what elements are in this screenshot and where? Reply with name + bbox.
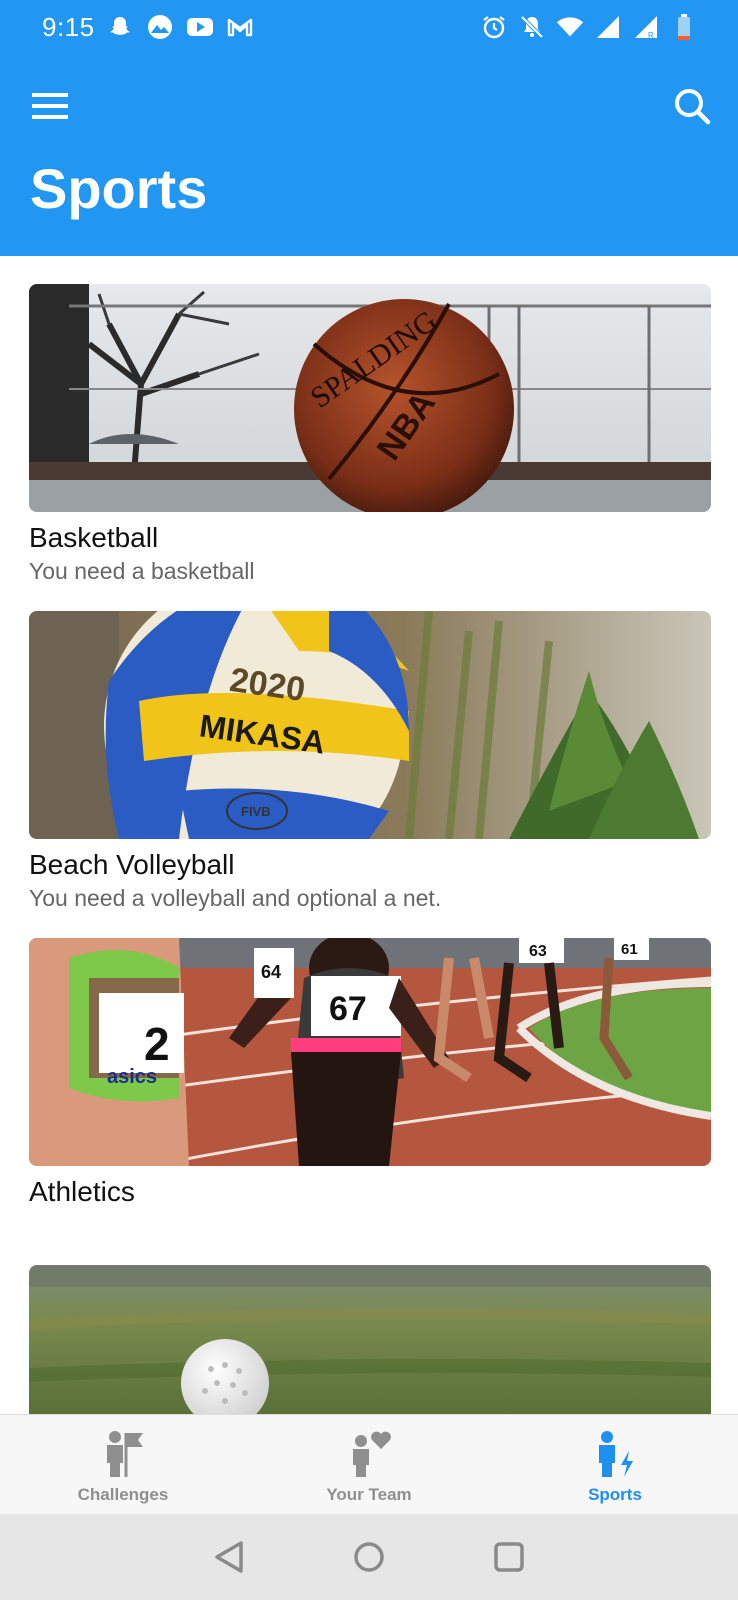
nav-label: Your Team: [326, 1485, 412, 1504]
nav-tab-sports[interactable]: Sports: [492, 1415, 738, 1514]
app-bar: Sports: [0, 56, 738, 256]
snapchat-icon: [106, 13, 134, 41]
recents-button[interactable]: [487, 1535, 531, 1579]
svg-text:R: R: [648, 31, 654, 40]
sport-card-basketball[interactable]: SPALDING NBA Basketball You need a baske…: [29, 284, 711, 585]
search-icon: [675, 89, 711, 125]
back-icon: [215, 1541, 243, 1573]
sport-title: Athletics: [29, 1176, 135, 1207]
sport-card-golf[interactable]: [29, 1265, 711, 1414]
sport-subtitle: You need a volleyball and optional a net…: [29, 885, 442, 911]
sports-list[interactable]: SPALDING NBA Basketball You need a baske…: [0, 256, 738, 1414]
mountain-app-icon: [146, 13, 174, 41]
back-button[interactable]: [207, 1535, 251, 1579]
status-system-icons: R: [480, 12, 698, 42]
home-icon: [354, 1542, 384, 1572]
sport-title: Basketball: [29, 522, 159, 553]
sport-subtitle: You need a basketball: [29, 558, 255, 584]
notifications-off-icon: [518, 13, 546, 41]
home-button[interactable]: [347, 1535, 391, 1579]
sport-title: Beach Volleyball: [29, 849, 235, 880]
gmail-icon: [226, 13, 254, 41]
svg-text:63: 63: [529, 943, 547, 960]
sport-card-athletics[interactable]: 2 asics 67 64 63 61 Athletics: [29, 938, 711, 1208]
nav-tab-challenges[interactable]: Challenges: [0, 1415, 246, 1514]
menu-button[interactable]: [26, 82, 74, 130]
nav-tab-your-team[interactable]: Your Team: [246, 1415, 492, 1514]
status-time: 9:15: [42, 12, 95, 42]
sports-person-bolt-icon: [599, 1431, 633, 1477]
alarm-icon: [480, 13, 508, 41]
athletics-photo: 2 asics 67 64 63 61: [29, 938, 711, 1166]
search-button[interactable]: [668, 82, 716, 130]
battery-icon: [670, 13, 698, 41]
svg-text:61: 61: [621, 941, 638, 958]
challenges-flag-icon: [107, 1431, 143, 1477]
page-title: Sports: [30, 157, 208, 220]
nav-label: Sports: [588, 1485, 642, 1504]
signal-roaming-icon: R: [632, 13, 660, 41]
wifi-icon: [556, 13, 584, 41]
bottom-navigation: Challenges Your Team Sports: [0, 1414, 738, 1514]
screen: 9:15 R Sports SPALDING NBA Basketball Yo…: [0, 0, 738, 1600]
status-notification-icons: [106, 12, 254, 42]
svg-text:asics: asics: [107, 1066, 157, 1088]
volleyball-photo: 2020 MIKASA FIVB: [29, 611, 711, 839]
recents-icon: [494, 1542, 524, 1572]
svg-text:64: 64: [261, 962, 281, 982]
basketball-photo: SPALDING NBA: [29, 284, 711, 512]
status-bar: 9:15 R: [0, 0, 738, 56]
system-navigation-bar: [0, 1514, 738, 1600]
svg-text:2: 2: [144, 1018, 170, 1070]
hamburger-menu-icon: [32, 93, 68, 119]
youtube-icon: [186, 13, 214, 41]
team-heart-icon: [353, 1431, 391, 1477]
signal-icon: [594, 13, 622, 41]
golf-photo: [29, 1265, 711, 1414]
svg-text:FIVB: FIVB: [241, 804, 271, 819]
sport-card-beach-volleyball[interactable]: 2020 MIKASA FIVB Beach Volleyball You ne…: [29, 611, 711, 912]
svg-text:67: 67: [329, 990, 367, 1028]
nav-label: Challenges: [77, 1485, 169, 1504]
